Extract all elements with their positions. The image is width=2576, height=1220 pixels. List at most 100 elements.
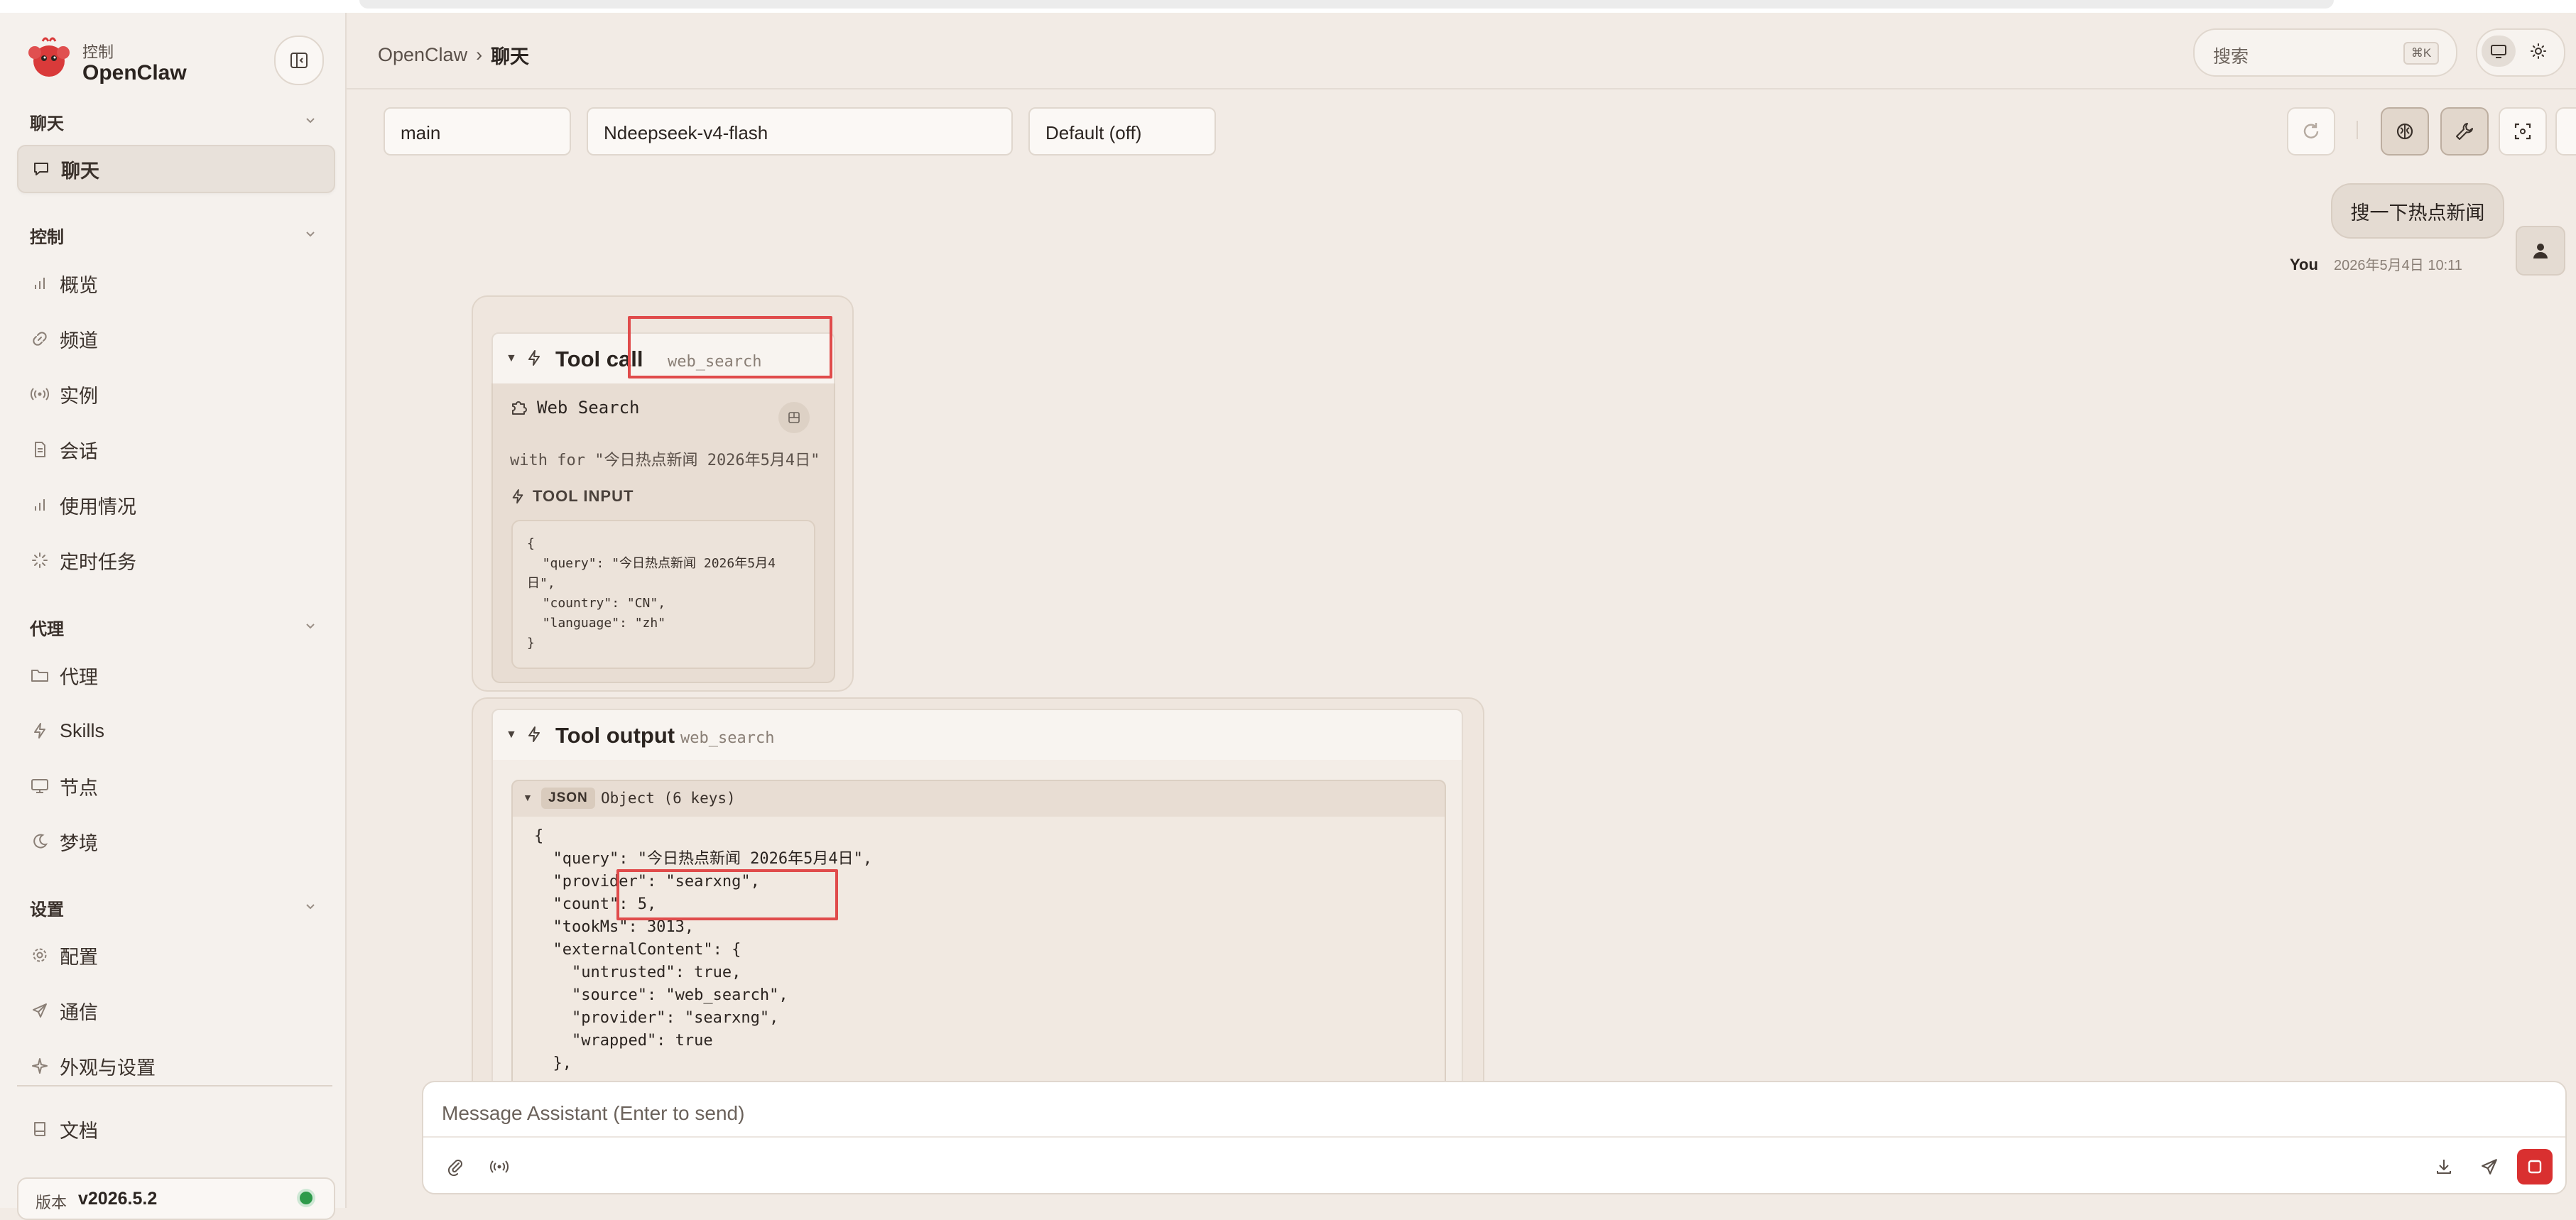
model-select[interactable]: Ndeepseek-v4-flash xyxy=(587,107,1013,156)
breadcrumb-current: 聊天 xyxy=(491,46,530,67)
sidebar-item-channels[interactable]: 频道 xyxy=(17,316,332,361)
tool-input-code-text: { "query": "今日热点新闻 2026年5月4 日", "country… xyxy=(527,536,776,650)
sidebar-item-sessions[interactable]: 会话 xyxy=(17,427,332,472)
tool-call-card: ▼ Tool call web_search Web Search with f… xyxy=(472,295,854,692)
brain-icon xyxy=(2396,123,2413,140)
theme-light-button[interactable] xyxy=(2521,36,2555,67)
attach-button[interactable] xyxy=(438,1149,473,1184)
sidebar-item-dreams[interactable]: 梦境 xyxy=(17,819,332,864)
sidebar-item-chat[interactable]: 聊天 xyxy=(17,145,335,193)
composer-divider xyxy=(423,1136,2565,1138)
status-dot xyxy=(300,1192,313,1204)
send-button[interactable] xyxy=(2472,1149,2507,1184)
paperclip-icon xyxy=(447,1160,462,1176)
browser-top-strip xyxy=(0,0,2576,13)
chevron-down-icon[interactable] xyxy=(304,227,317,240)
tool-output-body: ▼ JSON Object (6 keys) { "query": "今日热点新… xyxy=(491,760,1463,1115)
thinking-toggle-button[interactable] xyxy=(2381,107,2429,156)
json-description: Object (6 keys) xyxy=(601,790,736,807)
sidebar-item-overview[interactable]: 概览 xyxy=(17,261,332,306)
sidebar-item-cron[interactable]: 定时任务 xyxy=(17,538,332,583)
sidebar-item-agents[interactable]: 代理 xyxy=(17,653,332,698)
sidebar-item-label: Skills xyxy=(60,719,105,741)
voice-button[interactable] xyxy=(482,1149,517,1184)
sidebar-item-instances[interactable]: 实例 xyxy=(17,371,332,417)
tool-input-code: { "query": "今日热点新闻 2026年5月4 日", "country… xyxy=(511,520,815,669)
tool-output-header[interactable]: ▼ Tool output web_search xyxy=(491,709,1463,761)
tool-input-label: TOOL INPUT xyxy=(510,487,634,506)
tool-summary: with for "今日热点新闻 2026年5月4日" xyxy=(510,452,820,469)
message-composer[interactable]: Message Assistant (Enter to send) xyxy=(422,1081,2567,1194)
chevron-down-icon[interactable] xyxy=(304,619,317,632)
version-indicator: 版本 v2026.5.2 xyxy=(17,1177,335,1220)
sidebar-item-nodes[interactable]: 节点 xyxy=(17,763,332,809)
chevron-down-icon[interactable] xyxy=(304,900,317,913)
sidebar-item-usage[interactable]: 使用情况 xyxy=(17,482,332,528)
collapse-sidebar-button[interactable] xyxy=(274,36,324,85)
breadcrumb: OpenClaw › 聊天 xyxy=(378,41,529,69)
focus-icon xyxy=(2514,123,2531,140)
refresh-button[interactable] xyxy=(2287,107,2335,156)
theme-toggle xyxy=(2476,28,2565,77)
tool-label-text: Web Search xyxy=(537,398,640,418)
tool-call-body: Web Search with for "今日热点新闻 2026年5月4日" T… xyxy=(491,383,835,683)
sidebar-item-appearance[interactable]: 外观与设置 xyxy=(17,1043,332,1089)
version-value: v2026.5.2 xyxy=(78,1189,158,1209)
sidebar-item-label: 会话 xyxy=(60,440,98,462)
avatar xyxy=(2516,226,2565,276)
expand-panel-button[interactable] xyxy=(778,402,810,433)
collapse-triangle-icon[interactable]: ▼ xyxy=(506,352,517,365)
sidebar-item-label: 聊天 xyxy=(61,160,99,182)
monitor-icon xyxy=(2491,45,2506,58)
sidebar-item-label: 定时任务 xyxy=(60,551,136,573)
breadcrumb-separator: › xyxy=(476,44,483,65)
bolt-icon xyxy=(30,721,50,741)
tools-toggle-button[interactable] xyxy=(2440,107,2489,156)
search-input[interactable]: 搜索 ⌘K xyxy=(2193,28,2457,77)
sidebar-item-label: 通信 xyxy=(60,1001,98,1023)
search-placeholder: 搜索 xyxy=(2213,47,2249,67)
moon-icon xyxy=(30,832,50,851)
panel-icon xyxy=(788,412,800,423)
more-controls-button[interactable] xyxy=(2555,107,2576,156)
theme-system-button[interactable] xyxy=(2482,36,2516,67)
breadcrumb-root[interactable]: OpenClaw xyxy=(378,44,467,66)
stop-button[interactable] xyxy=(2517,1149,2553,1184)
highlight-box xyxy=(616,869,838,920)
tool-input-label-text: TOOL INPUT xyxy=(533,487,634,505)
broadcast-icon xyxy=(30,384,50,404)
user-icon xyxy=(2533,244,2548,258)
collapse-triangle-icon[interactable]: ▼ xyxy=(523,792,533,803)
sidebar-item-label: 文档 xyxy=(60,1120,98,1142)
section-title-chat[interactable]: 聊天 xyxy=(30,109,64,134)
json-viewer-header[interactable]: ▼ JSON Object (6 keys) xyxy=(511,780,1446,818)
sidebar-item-config[interactable]: 配置 xyxy=(17,932,332,978)
toolbar-separator xyxy=(2357,121,2358,139)
chevron-down-icon[interactable] xyxy=(304,114,317,126)
download-icon xyxy=(2437,1160,2451,1174)
browser-url-bar[interactable] xyxy=(359,0,2334,9)
tool-output-card: ▼ Tool output web_search ▼ JSON Object (… xyxy=(472,697,1484,1115)
sidebar: 控制 OpenClaw 聊天 聊天 控制 概览 频道 实例 会话 使用情况 定时… xyxy=(0,13,347,1220)
sidebar-item-comms[interactable]: 通信 xyxy=(17,988,332,1033)
collapse-triangle-icon[interactable]: ▼ xyxy=(506,729,517,741)
monitor-icon xyxy=(30,776,50,796)
openclaw-logo-icon xyxy=(24,34,74,84)
sidebar-item-label: 配置 xyxy=(60,946,98,968)
message-meta: You 2026年5月4日 10:11 xyxy=(2290,254,2462,274)
tool-output-name: web_search xyxy=(680,729,775,747)
session-select[interactable]: main xyxy=(384,107,571,156)
section-title-control[interactable]: 控制 xyxy=(30,223,64,248)
brand-subtitle: 控制 xyxy=(82,43,114,61)
sidebar-item-docs[interactable]: 文档 xyxy=(17,1106,332,1152)
focus-mode-button[interactable] xyxy=(2499,107,2547,156)
download-button[interactable] xyxy=(2426,1149,2462,1184)
message-author: You xyxy=(2290,256,2318,273)
thinking-select[interactable]: Default (off) xyxy=(1028,107,1216,156)
section-title-settings[interactable]: 设置 xyxy=(30,895,64,920)
brand-name: OpenClaw xyxy=(82,61,187,85)
section-title-agents[interactable]: 代理 xyxy=(30,615,64,640)
chat-bubble-icon xyxy=(31,159,51,179)
sidebar-item-skills[interactable]: Skills xyxy=(17,708,332,753)
sidebar-item-label: 节点 xyxy=(60,777,98,799)
